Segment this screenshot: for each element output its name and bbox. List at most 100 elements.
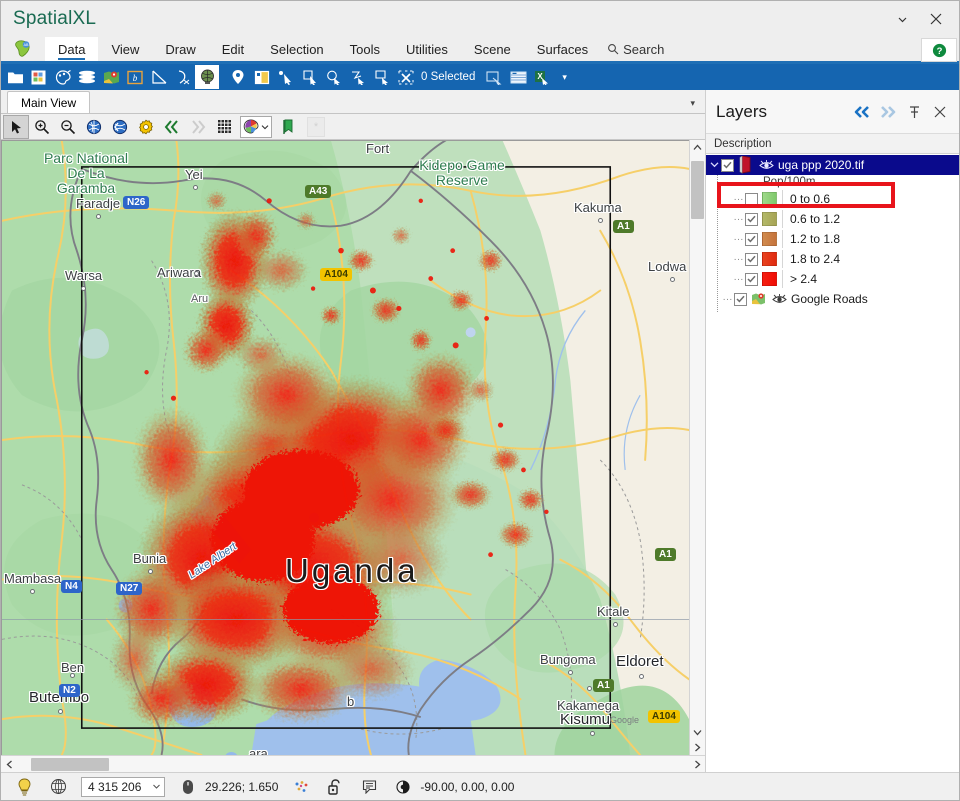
legend-color-swatch[interactable] xyxy=(762,252,777,266)
toolbar-overflow-button[interactable]: ▾ xyxy=(554,72,575,83)
visibility-icon[interactable] xyxy=(771,293,787,305)
scroll-right-button[interactable] xyxy=(689,756,705,773)
map-horizontal-scrollbar[interactable] xyxy=(1,755,705,772)
select-polygon-icon[interactable] xyxy=(370,65,394,89)
tab-overflow-button[interactable]: ▾ xyxy=(690,98,695,109)
color-palette-combo-icon[interactable] xyxy=(240,115,272,138)
view-settings-gear-icon[interactable] xyxy=(133,115,159,139)
legend-visibility-checkbox[interactable] xyxy=(745,212,758,226)
unlocked-padlock-icon[interactable] xyxy=(318,774,352,800)
boundary-icon[interactable]: b xyxy=(123,65,147,89)
layer-row-uga-ppp-2020[interactable]: uga ppp 2020.tif xyxy=(706,155,959,175)
previous-view-icon[interactable] xyxy=(159,115,185,139)
expand-all-button[interactable] xyxy=(875,99,901,125)
legend-visibility-checkbox[interactable] xyxy=(745,252,758,266)
lightbulb-icon[interactable] xyxy=(7,774,41,800)
menu-item-utilities[interactable]: Utilities xyxy=(393,37,461,61)
select-circle-icon[interactable] xyxy=(322,65,346,89)
layers-stack-icon[interactable] xyxy=(75,65,99,89)
legend-visibility-checkbox[interactable] xyxy=(745,272,758,286)
minimize-ribbon-button[interactable] xyxy=(885,4,919,34)
horizontal-scroll-track[interactable] xyxy=(17,756,689,773)
wire-globe-icon[interactable] xyxy=(41,774,75,800)
export-excel-icon[interactable]: X xyxy=(530,65,554,89)
select-rectangle-icon[interactable] xyxy=(298,65,322,89)
raster-layer-icon xyxy=(738,156,753,174)
snapshot-icon[interactable]: * xyxy=(307,116,325,137)
legend-divider xyxy=(782,250,783,268)
tab-label: Main View xyxy=(21,95,77,110)
zoom-extent-globe-icon[interactable] xyxy=(81,115,107,139)
zoom-in-icon[interactable] xyxy=(29,115,55,139)
bookmark-flag-icon[interactable] xyxy=(275,115,301,139)
scroll-right-corner-button[interactable] xyxy=(690,740,706,755)
help-button[interactable]: ? xyxy=(921,38,957,62)
legend-divider xyxy=(782,190,783,208)
zoom-previous-globe-icon[interactable] xyxy=(107,115,133,139)
menu-item-selection[interactable]: Selection xyxy=(257,37,336,61)
palette-icon[interactable] xyxy=(51,65,75,89)
search-box[interactable]: Search xyxy=(601,37,674,61)
africa-globe-icon[interactable]: AB xyxy=(1,37,45,61)
legend-row-0[interactable]: ··· 0 to 0.6 xyxy=(706,189,959,209)
collapse-all-button[interactable] xyxy=(849,99,875,125)
legend-icon[interactable] xyxy=(250,65,274,89)
clear-selection-icon[interactable] xyxy=(394,65,418,89)
grid-icon[interactable] xyxy=(211,115,237,139)
vertical-scroll-track[interactable] xyxy=(690,155,706,725)
globe-projection-icon[interactable] xyxy=(195,65,219,89)
menu-item-data[interactable]: Data xyxy=(45,37,99,61)
pin-panel-button[interactable] xyxy=(901,99,927,125)
polyline-edit-icon[interactable] xyxy=(171,65,195,89)
scroll-down-button[interactable] xyxy=(690,725,706,740)
select-lasso-icon[interactable] xyxy=(346,65,370,89)
measure-angle-icon[interactable] xyxy=(147,65,171,89)
expand-collapse-twisty[interactable] xyxy=(708,160,721,171)
scroll-up-button[interactable] xyxy=(690,140,706,155)
attribute-table-icon[interactable] xyxy=(506,65,530,89)
close-panel-button[interactable] xyxy=(927,99,953,125)
message-bubble-icon[interactable] xyxy=(352,774,386,800)
menu-item-surfaces[interactable]: Surfaces xyxy=(524,37,601,61)
menu-item-scene[interactable]: Scene xyxy=(461,37,524,61)
legend-color-swatch[interactable] xyxy=(762,272,777,286)
legend-visibility-checkbox[interactable] xyxy=(745,192,758,206)
legend-row-1[interactable]: ··· 0.6 to 1.2 xyxy=(706,209,959,229)
legend-row-3[interactable]: ··· 1.8 to 2.4 xyxy=(706,249,959,269)
map-canvas[interactable]: Parc National De La Garamba Kidepo Game Res… xyxy=(1,140,689,755)
next-view-icon[interactable] xyxy=(185,115,211,139)
select-pointer-icon[interactable] xyxy=(274,65,298,89)
basemap-tile-icon xyxy=(751,292,766,306)
menu-item-draw[interactable]: Draw xyxy=(152,37,208,61)
menu-item-edit[interactable]: Edit xyxy=(209,37,257,61)
close-window-button[interactable] xyxy=(919,4,953,34)
horizontal-scroll-thumb[interactable] xyxy=(31,757,109,771)
zoom-out-icon[interactable] xyxy=(55,115,81,139)
menu-item-view[interactable]: View xyxy=(98,37,152,61)
layer-visibility-checkbox[interactable] xyxy=(721,158,734,172)
snapshot-glyph: * xyxy=(313,120,319,133)
legend-row-4[interactable]: ··· > 2.4 xyxy=(706,269,959,289)
legend-color-swatch[interactable] xyxy=(762,212,777,226)
layer-visibility-checkbox[interactable] xyxy=(734,292,747,306)
visibility-icon[interactable] xyxy=(758,159,774,171)
map-pin-icon[interactable] xyxy=(226,65,250,89)
vertical-scroll-thumb[interactable] xyxy=(690,161,704,219)
scale-combo[interactable]: 4 315 206 xyxy=(81,776,165,797)
export-selection-icon[interactable] xyxy=(482,65,506,89)
legend-row-2[interactable]: ··· 1.2 to 1.8 xyxy=(706,229,959,249)
data-table-icon[interactable] xyxy=(27,65,51,89)
tab-main-view[interactable]: Main View xyxy=(7,91,91,113)
layer-row-google-roads[interactable]: ··· Google Roads xyxy=(706,289,959,309)
chevron-down-icon xyxy=(710,161,719,167)
scatter-points-icon[interactable] xyxy=(284,774,318,800)
legend-color-swatch[interactable] xyxy=(762,192,777,206)
legend-color-swatch[interactable] xyxy=(762,232,777,246)
scroll-left-button[interactable] xyxy=(1,756,17,773)
basemap-icon[interactable] xyxy=(99,65,123,89)
menu-item-tools[interactable]: Tools xyxy=(337,37,393,61)
open-folder-icon[interactable] xyxy=(3,65,27,89)
pointer-tool-icon[interactable] xyxy=(3,114,29,139)
map-vertical-scrollbar[interactable] xyxy=(689,140,705,755)
legend-visibility-checkbox[interactable] xyxy=(745,232,758,246)
